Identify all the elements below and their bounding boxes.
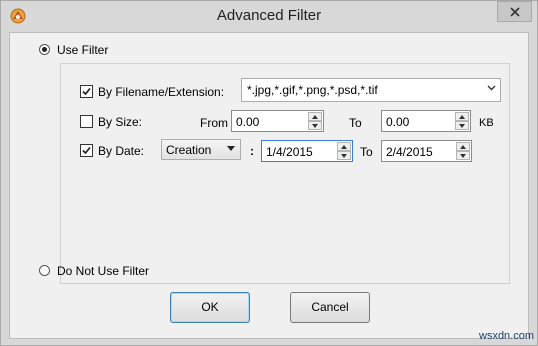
size-filter-checkbox[interactable]	[80, 115, 93, 128]
date-separator: :	[250, 144, 254, 158]
filter-options-group: By Filename/Extension: *.jpg,*.gif,*.png…	[60, 63, 510, 284]
date-from-increment-button[interactable]	[337, 142, 351, 151]
checkmark-icon	[82, 87, 91, 96]
date-to-increment-button[interactable]	[456, 142, 470, 151]
date-type-dropdown[interactable]: Creation	[161, 139, 241, 160]
arrow-up-icon	[341, 145, 347, 149]
date-from-spinner[interactable]: 1/4/2015	[261, 140, 353, 162]
size-filter-label[interactable]: By Size:	[98, 115, 142, 129]
size-from-label: From	[200, 116, 228, 130]
watermark: wsxdn.com	[479, 330, 535, 342]
arrow-down-icon	[460, 154, 466, 158]
cancel-button[interactable]: Cancel	[290, 292, 370, 323]
date-from-decrement-button[interactable]	[337, 151, 351, 160]
filename-filter-checkbox[interactable]	[80, 85, 93, 98]
size-to-decrement-button[interactable]	[455, 121, 469, 130]
date-filter-checkbox[interactable]	[80, 144, 93, 157]
arrow-up-icon	[459, 115, 465, 119]
size-from-spinner[interactable]: 0.00	[231, 110, 324, 132]
title-bar[interactable]: Advanced Filter	[1, 1, 537, 33]
filename-filter-label[interactable]: By Filename/Extension:	[98, 85, 224, 99]
chevron-down-icon	[487, 85, 496, 91]
close-button[interactable]	[497, 1, 532, 22]
date-to-spinner[interactable]: 2/4/2015	[381, 140, 472, 162]
size-to-spinner[interactable]: 0.00	[381, 110, 471, 132]
date-to-value: 2/4/2015	[386, 145, 433, 159]
ok-button[interactable]: OK	[170, 292, 250, 323]
size-unit-label: KB	[479, 117, 494, 129]
filename-extension-combo[interactable]: *.jpg,*.gif,*.png,*.psd,*.tif	[241, 78, 501, 102]
arrow-down-icon	[312, 124, 318, 128]
date-to-label: To	[360, 145, 373, 159]
advanced-filter-window: Advanced Filter Use Filter By Filename/E…	[0, 0, 538, 346]
size-to-increment-button[interactable]	[455, 112, 469, 121]
arrow-down-icon	[341, 154, 347, 158]
arrow-up-icon	[460, 145, 466, 149]
window-title: Advanced Filter	[216, 7, 322, 24]
size-to-value: 0.00	[386, 115, 410, 129]
do-not-use-filter-radio[interactable]	[39, 265, 50, 276]
date-from-value: 1/4/2015	[266, 145, 313, 159]
size-from-decrement-button[interactable]	[308, 121, 322, 130]
filename-extension-value: *.jpg,*.gif,*.png,*.psd,*.tif	[247, 83, 378, 97]
use-filter-label[interactable]: Use Filter	[57, 43, 108, 57]
do-not-use-filter-label[interactable]: Do Not Use Filter	[57, 264, 149, 278]
date-type-value: Creation	[166, 143, 212, 157]
dialog-body: Use Filter By Filename/Extension: *.jpg,…	[9, 32, 529, 339]
date-to-decrement-button[interactable]	[456, 151, 470, 160]
use-filter-radio[interactable]	[39, 44, 50, 55]
arrow-up-icon	[312, 115, 318, 119]
size-to-label: To	[349, 116, 362, 130]
date-filter-label[interactable]: By Date:	[98, 144, 144, 158]
checkmark-icon	[82, 146, 91, 155]
arrow-down-icon	[459, 124, 465, 128]
size-from-increment-button[interactable]	[308, 112, 322, 121]
close-icon	[509, 6, 520, 17]
chevron-down-icon	[227, 146, 235, 151]
size-from-value: 0.00	[236, 115, 260, 129]
